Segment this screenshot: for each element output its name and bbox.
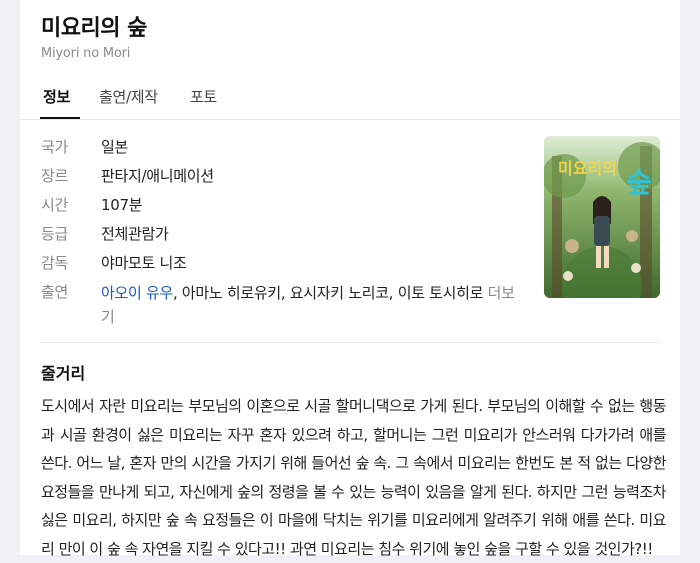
tab-photo[interactable]: 포토 — [190, 86, 217, 107]
rating-label: 등급 — [41, 225, 69, 243]
movie-info-list: 국가 일본 장르 판타지/애니메이션 시간 107분 등급 전체관람가 감독 야… — [41, 133, 521, 330]
runtime-label: 시간 — [41, 196, 69, 214]
tab-bar: 정보 출연/제작 포토 — [20, 80, 680, 120]
info-row-genre: 장르 판타지/애니메이션 — [41, 162, 521, 191]
cast-label: 출연 — [41, 283, 69, 301]
tab-cast-crew[interactable]: 출연/제작 — [99, 86, 158, 107]
synopsis-heading: 줄거리 — [41, 364, 86, 383]
movie-title: 미요리의 숲 — [41, 16, 147, 41]
svg-text:미요리의: 미요리의 — [558, 159, 617, 178]
tabs-divider — [20, 119, 680, 120]
info-row-rating: 등급 전체관람가 — [41, 220, 521, 249]
country-value: 일본 — [101, 138, 129, 156]
info-row-director: 감독 야마모토 니조 — [41, 249, 521, 278]
movie-original-title: Miyori no Mori — [41, 46, 131, 61]
poster-image: 미요리의 숲 — [544, 136, 660, 298]
info-row-country: 국가 일본 — [41, 133, 521, 162]
director-value: 야마모토 니조 — [101, 254, 187, 272]
cast-value: 아오이 유우, 아마노 히로유키, 요시자키 노리코, 이토 토시히로 더보기 — [101, 278, 521, 329]
svg-text:숲: 숲 — [626, 166, 652, 199]
movie-card: 미요리의 숲 Miyori no Mori 정보 출연/제작 포토 국가 일본 … — [20, 0, 680, 558]
info-row-runtime: 시간 107분 — [41, 191, 521, 220]
cast-lead-link[interactable]: 아오이 유우 — [101, 284, 173, 302]
genre-label: 장르 — [41, 167, 69, 185]
synopsis-text: 도시에서 자란 미요리는 부모님의 이혼으로 시골 할머니댁으로 가게 된다. … — [41, 397, 667, 558]
runtime-value: 107분 — [101, 196, 143, 214]
tab-info[interactable]: 정보 — [43, 86, 70, 107]
info-row-cast: 출연 아오이 유우, 아마노 히로유키, 요시자키 노리코, 이토 토시히로 더… — [41, 278, 521, 330]
movie-poster[interactable]: 미요리의 숲 — [544, 136, 660, 298]
director-label: 감독 — [41, 254, 69, 272]
rating-value: 전체관람가 — [101, 225, 169, 243]
section-divider — [41, 342, 660, 343]
genre-value: 판타지/애니메이션 — [101, 167, 214, 185]
cast-others: , 아마노 히로유키, 요시자키 노리코, 이토 토시히로 — [172, 284, 484, 302]
country-label: 국가 — [41, 138, 69, 156]
